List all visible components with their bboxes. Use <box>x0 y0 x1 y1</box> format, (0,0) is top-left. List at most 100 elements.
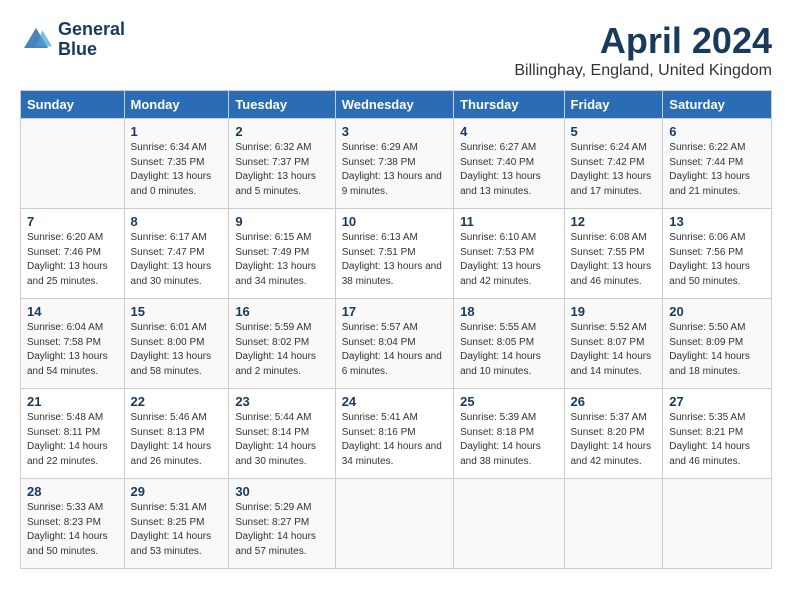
day-info: Sunrise: 6:34 AMSunset: 7:35 PMDaylight:… <box>131 141 223 199</box>
day-info: Sunrise: 6:27 AMSunset: 7:40 PMDaylight:… <box>460 141 557 199</box>
calendar-cell <box>564 479 663 569</box>
calendar-cell: 16Sunrise: 5:59 AMSunset: 8:02 PMDayligh… <box>229 299 335 389</box>
location: Billinghay, England, United Kingdom <box>514 62 772 80</box>
calendar-cell: 19 Sunrise: 5:52 AMSunset: 8:07 PMDayligh… <box>564 299 663 389</box>
day-info: Sunrise: 6:06 AMSunset: 7:56 PMDaylight:… <box>669 231 765 289</box>
calendar-cell: 3Sunrise: 6:29 AMSunset: 7:38 PMDaylight… <box>335 119 453 209</box>
day-info: Sunrise: 5:33 AMSunset: 8:23 PMDaylight:… <box>27 501 118 559</box>
calendar-body: 1 Sunrise: 6:34 AMSunset: 7:35 PMDaylight… <box>21 119 772 569</box>
day-number: 6 <box>669 124 765 139</box>
day-number: 24 <box>342 394 447 409</box>
calendar-cell <box>454 479 564 569</box>
logo-line1: General <box>58 20 125 40</box>
weekday-header: Tuesday <box>229 91 335 119</box>
calendar-cell: 2 Sunrise: 6:32 AMSunset: 7:37 PMDaylight… <box>229 119 335 209</box>
day-info: Sunrise: 6:01 AMSunset: 8:00 PMDaylight:… <box>131 321 223 379</box>
logo-text: General Blue <box>58 20 125 60</box>
calendar-cell: 23 Sunrise: 5:44 AMSunset: 8:14 PMDayligh… <box>229 389 335 479</box>
calendar-cell: 26 Sunrise: 5:37 AMSunset: 8:20 PMDayligh… <box>564 389 663 479</box>
calendar-cell <box>335 479 453 569</box>
day-number: 21 <box>27 394 118 409</box>
day-info: Sunrise: 5:52 AMSunset: 8:07 PMDaylight:… <box>571 321 657 379</box>
calendar-week-row: 14Sunrise: 6:04 AMSunset: 7:58 PMDayligh… <box>21 299 772 389</box>
title-block: April 2024 Billinghay, England, United K… <box>514 20 772 80</box>
day-info: Sunrise: 6:17 AMSunset: 7:47 PMDaylight:… <box>131 231 223 289</box>
calendar-cell: 11 Sunrise: 6:10 AMSunset: 7:53 PMDayligh… <box>454 209 564 299</box>
day-info: Sunrise: 6:13 AMSunset: 7:51 PMDaylight:… <box>342 231 447 289</box>
day-info: Sunrise: 6:15 AMSunset: 7:49 PMDaylight:… <box>235 231 328 289</box>
calendar-cell: 7Sunrise: 6:20 AMSunset: 7:46 PMDaylight… <box>21 209 125 299</box>
weekday-header: Thursday <box>454 91 564 119</box>
calendar-cell: 8 Sunrise: 6:17 AMSunset: 7:47 PMDaylight… <box>124 209 229 299</box>
calendar-week-row: 21 Sunrise: 5:48 AMSunset: 8:11 PMDayligh… <box>21 389 772 479</box>
calendar-cell: 20 Sunrise: 5:50 AMSunset: 8:09 PMDayligh… <box>663 299 772 389</box>
calendar-cell: 5 Sunrise: 6:24 AMSunset: 7:42 PMDaylight… <box>564 119 663 209</box>
day-number: 25 <box>460 394 557 409</box>
day-number: 27 <box>669 394 765 409</box>
day-info: Sunrise: 5:39 AMSunset: 8:18 PMDaylight:… <box>460 411 557 469</box>
calendar-cell: 1 Sunrise: 6:34 AMSunset: 7:35 PMDaylight… <box>124 119 229 209</box>
calendar-cell: 21 Sunrise: 5:48 AMSunset: 8:11 PMDayligh… <box>21 389 125 479</box>
day-number: 20 <box>669 304 765 319</box>
weekday-header: Monday <box>124 91 229 119</box>
day-info: Sunrise: 6:20 AMSunset: 7:46 PMDaylight:… <box>27 231 118 289</box>
calendar-cell: 14Sunrise: 6:04 AMSunset: 7:58 PMDayligh… <box>21 299 125 389</box>
calendar-cell: 25 Sunrise: 5:39 AMSunset: 8:18 PMDayligh… <box>454 389 564 479</box>
day-number: 10 <box>342 214 447 229</box>
day-number: 12 <box>571 214 657 229</box>
day-info: Sunrise: 5:29 AMSunset: 8:27 PMDaylight:… <box>235 501 328 559</box>
day-info: Sunrise: 5:31 AMSunset: 8:25 PMDaylight:… <box>131 501 223 559</box>
calendar-cell: 30Sunrise: 5:29 AMSunset: 8:27 PMDayligh… <box>229 479 335 569</box>
day-info: Sunrise: 5:48 AMSunset: 8:11 PMDaylight:… <box>27 411 118 469</box>
calendar-week-row: 28 Sunrise: 5:33 AMSunset: 8:23 PMDayligh… <box>21 479 772 569</box>
day-number: 23 <box>235 394 328 409</box>
day-number: 13 <box>669 214 765 229</box>
calendar-cell: 29Sunrise: 5:31 AMSunset: 8:25 PMDayligh… <box>124 479 229 569</box>
day-info: Sunrise: 6:29 AMSunset: 7:38 PMDaylight:… <box>342 141 447 199</box>
day-number: 22 <box>131 394 223 409</box>
day-info: Sunrise: 5:50 AMSunset: 8:09 PMDaylight:… <box>669 321 765 379</box>
calendar-cell: 12Sunrise: 6:08 AMSunset: 7:55 PMDayligh… <box>564 209 663 299</box>
weekday-header: Saturday <box>663 91 772 119</box>
day-info: Sunrise: 5:55 AMSunset: 8:05 PMDaylight:… <box>460 321 557 379</box>
calendar-cell: 17 Sunrise: 5:57 AMSunset: 8:04 PMDayligh… <box>335 299 453 389</box>
day-info: Sunrise: 6:32 AMSunset: 7:37 PMDaylight:… <box>235 141 328 199</box>
logo-line2: Blue <box>58 40 125 60</box>
day-info: Sunrise: 6:22 AMSunset: 7:44 PMDaylight:… <box>669 141 765 199</box>
day-number: 1 <box>131 124 223 139</box>
calendar-week-row: 7Sunrise: 6:20 AMSunset: 7:46 PMDaylight… <box>21 209 772 299</box>
calendar-cell: 22 Sunrise: 5:46 AMSunset: 8:13 PMDayligh… <box>124 389 229 479</box>
calendar-cell: 9Sunrise: 6:15 AMSunset: 7:49 PMDaylight… <box>229 209 335 299</box>
day-number: 28 <box>27 484 118 499</box>
calendar-cell: 13 Sunrise: 6:06 AMSunset: 7:56 PMDayligh… <box>663 209 772 299</box>
calendar-table: SundayMondayTuesdayWednesdayThursdayFrid… <box>20 90 772 569</box>
day-number: 17 <box>342 304 447 319</box>
day-info: Sunrise: 5:59 AMSunset: 8:02 PMDaylight:… <box>235 321 328 379</box>
day-number: 14 <box>27 304 118 319</box>
calendar-header: SundayMondayTuesdayWednesdayThursdayFrid… <box>21 91 772 119</box>
day-number: 5 <box>571 124 657 139</box>
day-info: Sunrise: 6:24 AMSunset: 7:42 PMDaylight:… <box>571 141 657 199</box>
calendar-week-row: 1 Sunrise: 6:34 AMSunset: 7:35 PMDaylight… <box>21 119 772 209</box>
day-number: 4 <box>460 124 557 139</box>
calendar-cell: 15Sunrise: 6:01 AMSunset: 8:00 PMDayligh… <box>124 299 229 389</box>
day-number: 8 <box>131 214 223 229</box>
calendar-cell: 27 Sunrise: 5:35 AMSunset: 8:21 PMDayligh… <box>663 389 772 479</box>
day-info: Sunrise: 6:10 AMSunset: 7:53 PMDaylight:… <box>460 231 557 289</box>
calendar-cell: 4 Sunrise: 6:27 AMSunset: 7:40 PMDaylight… <box>454 119 564 209</box>
day-number: 11 <box>460 214 557 229</box>
calendar-cell: 18 Sunrise: 5:55 AMSunset: 8:05 PMDayligh… <box>454 299 564 389</box>
weekday-header: Friday <box>564 91 663 119</box>
day-info: Sunrise: 5:57 AMSunset: 8:04 PMDaylight:… <box>342 321 447 379</box>
day-info: Sunrise: 5:35 AMSunset: 8:21 PMDaylight:… <box>669 411 765 469</box>
day-number: 2 <box>235 124 328 139</box>
calendar-cell: 6 Sunrise: 6:22 AMSunset: 7:44 PMDaylight… <box>663 119 772 209</box>
page-header: General Blue April 2024 Billinghay, Engl… <box>20 20 772 80</box>
day-number: 19 <box>571 304 657 319</box>
day-number: 26 <box>571 394 657 409</box>
day-info: Sunrise: 5:44 AMSunset: 8:14 PMDaylight:… <box>235 411 328 469</box>
day-info: Sunrise: 5:37 AMSunset: 8:20 PMDaylight:… <box>571 411 657 469</box>
day-number: 18 <box>460 304 557 319</box>
logo: General Blue <box>20 20 125 60</box>
day-info: Sunrise: 5:46 AMSunset: 8:13 PMDaylight:… <box>131 411 223 469</box>
